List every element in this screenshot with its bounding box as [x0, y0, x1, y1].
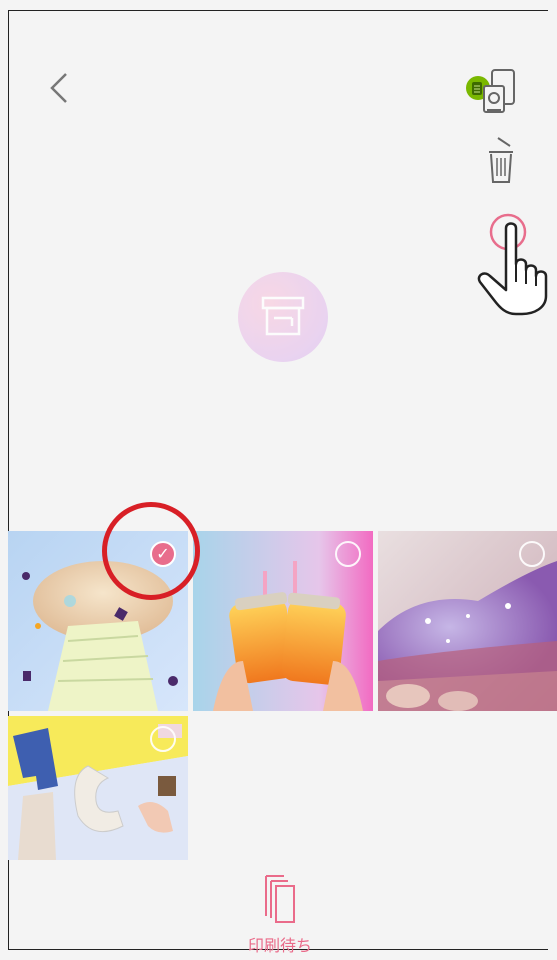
print-queue-button[interactable]: 印刷待ち: [230, 872, 330, 955]
photo-letters-pc[interactable]: [8, 716, 188, 860]
print-queue-label: 印刷待ち: [247, 936, 312, 955]
select-circle-icon: [489, 213, 527, 251]
photo-confetti-girl[interactable]: ✓: [8, 531, 188, 711]
photo-select-checkbox[interactable]: [335, 541, 361, 567]
select-mode-button[interactable]: [486, 210, 530, 254]
printer-connection-icon: [466, 69, 515, 113]
chevron-left-icon: [50, 73, 67, 103]
print-icon: [261, 296, 305, 336]
photo-select-checkbox[interactable]: [519, 541, 545, 567]
back-button[interactable]: [40, 68, 80, 108]
photo-select-checkbox[interactable]: ✓: [150, 541, 176, 567]
printer-connection-button[interactable]: [462, 66, 524, 118]
photo-glitter[interactable]: [378, 531, 557, 711]
print-queue-icon: [265, 875, 295, 923]
photo-juice-jars[interactable]: [193, 531, 373, 711]
trash-icon: [489, 137, 513, 183]
delete-button[interactable]: [484, 136, 518, 188]
photo-select-checkbox[interactable]: [150, 726, 176, 752]
print-button[interactable]: [238, 272, 328, 362]
